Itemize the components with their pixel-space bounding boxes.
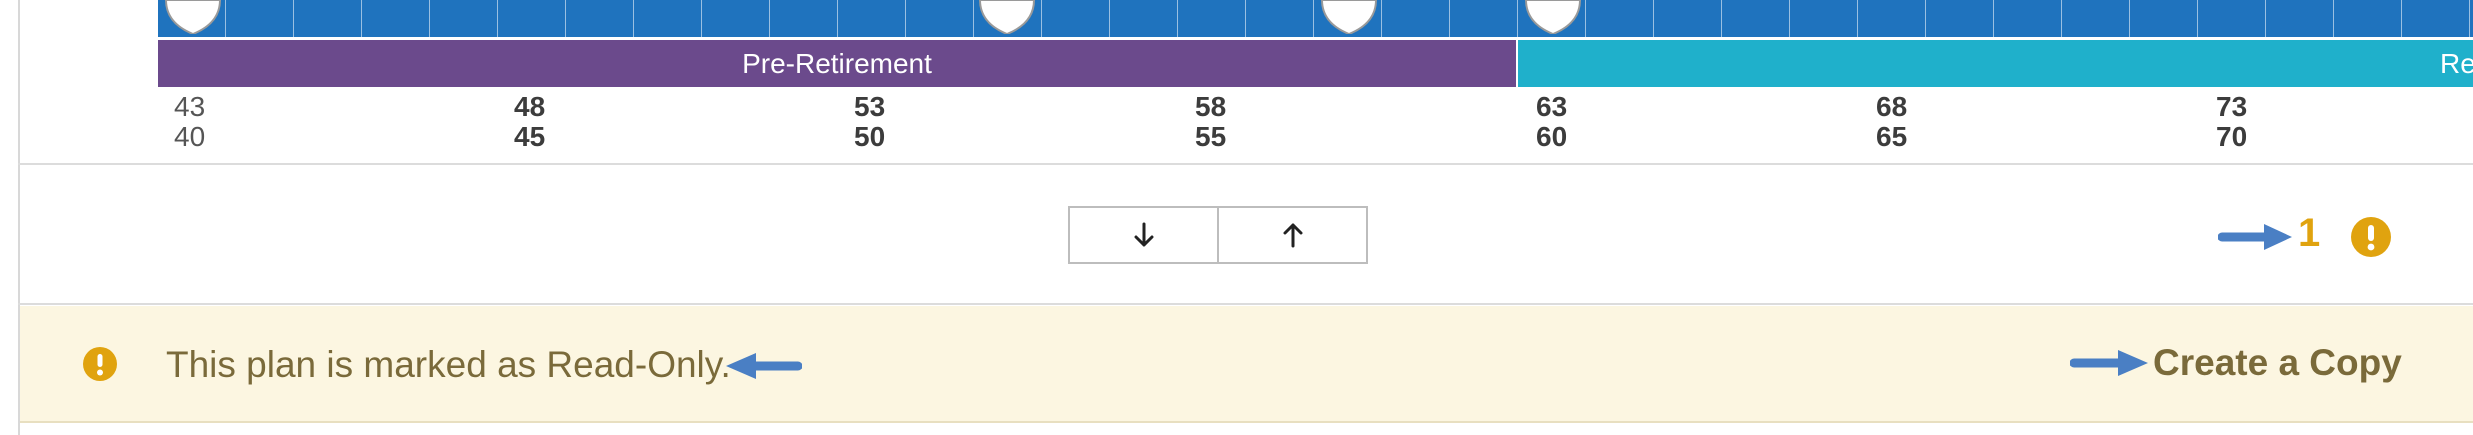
- scroll-down-button[interactable]: [1070, 208, 1217, 262]
- age-label: 68 65: [1876, 91, 1908, 152]
- arrow-up-icon: [1283, 223, 1302, 248]
- annotation-arrow-icon: [2218, 224, 2292, 250]
- annotation-arrow-icon: [2070, 350, 2148, 376]
- warning-circle-icon[interactable]: [2350, 216, 2392, 258]
- create-copy-link[interactable]: Create a Copy: [2153, 342, 2402, 384]
- annotation-arrow-icon: [726, 353, 802, 379]
- divider: [18, 163, 2473, 165]
- phase-label: Re: [2440, 47, 2473, 79]
- phase-label: Pre-Retirement: [742, 47, 932, 79]
- age-label: 63 60: [1536, 91, 1568, 152]
- age-label: 43 40: [174, 91, 206, 152]
- arrow-down-icon: [1134, 222, 1153, 247]
- readonly-message: This plan is marked as Read-Only.: [166, 344, 731, 385]
- issue-count[interactable]: 1: [2298, 211, 2320, 256]
- phase-retirement: Re: [1518, 40, 2473, 87]
- age-label: 53 50: [854, 91, 886, 152]
- milestone-marker-icon[interactable]: [1524, 0, 1582, 34]
- age-label: 58 55: [1195, 91, 1227, 152]
- milestone-marker-icon[interactable]: [978, 0, 1036, 34]
- phase-pre-retirement: Pre-Retirement: [158, 40, 1516, 87]
- timeline-grid: [158, 0, 2473, 39]
- milestone-marker-icon[interactable]: [164, 0, 222, 34]
- scroll-button-group: [1068, 206, 1368, 264]
- warning-circle-icon: [83, 347, 117, 381]
- divider: [18, 303, 2473, 305]
- scroll-up-button[interactable]: [1217, 208, 1366, 262]
- milestone-marker-icon[interactable]: [1320, 0, 1378, 34]
- age-label: 48 45: [514, 91, 546, 152]
- age-label: 73 70: [2216, 91, 2248, 152]
- readonly-banner: This plan is marked as Read-Only. Create…: [20, 306, 2473, 423]
